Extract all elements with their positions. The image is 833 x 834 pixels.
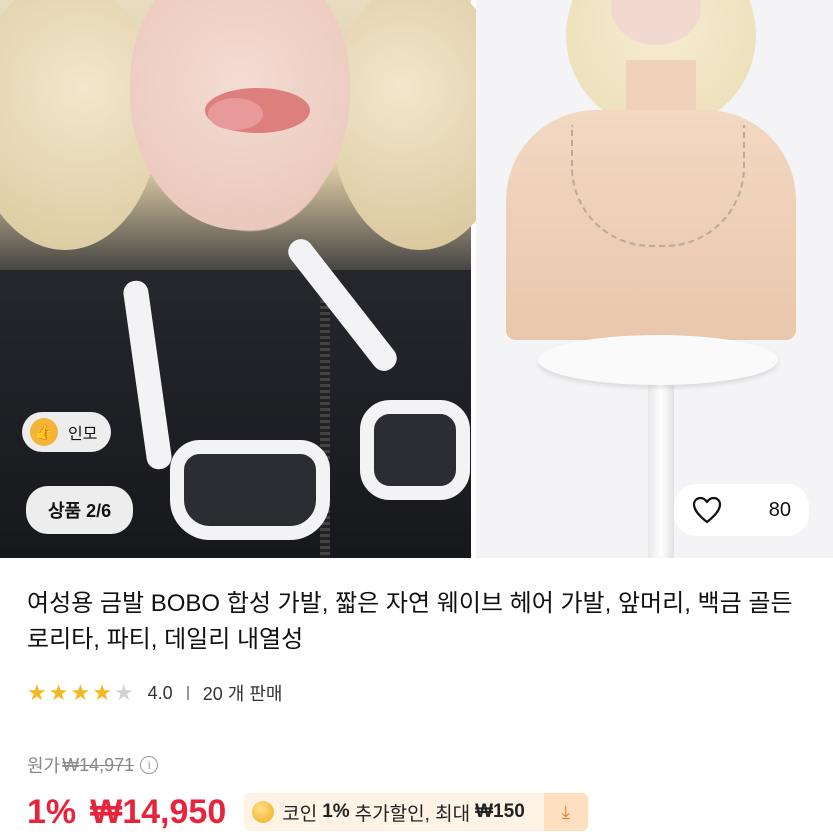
download-coupon-icon[interactable]: ⤓ (543, 793, 588, 831)
original-price: ₩14,971 (62, 754, 135, 775)
rating-row[interactable]: ★ ★ ★ ★ ★ 4.0 20 개 판매 (27, 678, 282, 708)
image-stand-pole (648, 375, 674, 558)
original-price-row: 원가 ₩14,971 i (27, 752, 159, 778)
image-counter[interactable]: 상품 2/6 (26, 486, 134, 534)
like-count: 80 (768, 498, 791, 521)
star-icon: ★ (70, 680, 91, 705)
product-image-gallery[interactable]: 👍 인모 상품 2/6 80 (0, 0, 833, 558)
image-stand-top (538, 335, 778, 385)
seller-badge[interactable]: 👍 인모 (22, 412, 112, 452)
info-icon[interactable]: i (140, 756, 159, 774)
seller-badge-label: 인모 (68, 426, 98, 443)
rating-value: 4.0 (147, 682, 173, 703)
original-price-label: 원가 (27, 756, 61, 776)
discount-percent: 1% (27, 792, 77, 831)
coin-discount-chip[interactable]: 코인 1% 추가할인, 최대 ₩150 ⤓ (244, 793, 588, 831)
coin-icon (252, 801, 275, 823)
coin-percent: 1% (322, 801, 350, 822)
like-button[interactable]: 80 (674, 484, 809, 536)
image-tongue (208, 98, 263, 130)
divider (186, 686, 189, 700)
product-image-mannequin[interactable] (476, 0, 833, 558)
thumbs-up-icon: 👍 (30, 418, 58, 446)
star-icon: ★ (48, 680, 69, 705)
sold-count: 20 개 판매 (202, 684, 283, 704)
product-title: 여성용 금발 BOBO 합성 가발, 짧은 자연 웨이브 헤어 가발, 앞머리,… (27, 590, 793, 653)
coin-prefix: 코인 (282, 803, 318, 825)
sale-price: ₩14,950 (90, 792, 227, 831)
image-goggle (360, 400, 470, 500)
coin-max: ₩150 (475, 801, 525, 822)
star-icon: ★ (27, 680, 47, 705)
image-goggle (170, 440, 330, 540)
star-empty-icon: ★ (113, 680, 134, 705)
price-row: 1% ₩14,950 코인 1% 추가할인, 최대 ₩150 ⤓ (27, 790, 588, 834)
star-icon: ★ (92, 680, 112, 705)
coin-middle-text: 추가할인, 최대 (354, 803, 471, 825)
heart-icon (692, 496, 722, 524)
product-image-model[interactable] (0, 0, 510, 558)
